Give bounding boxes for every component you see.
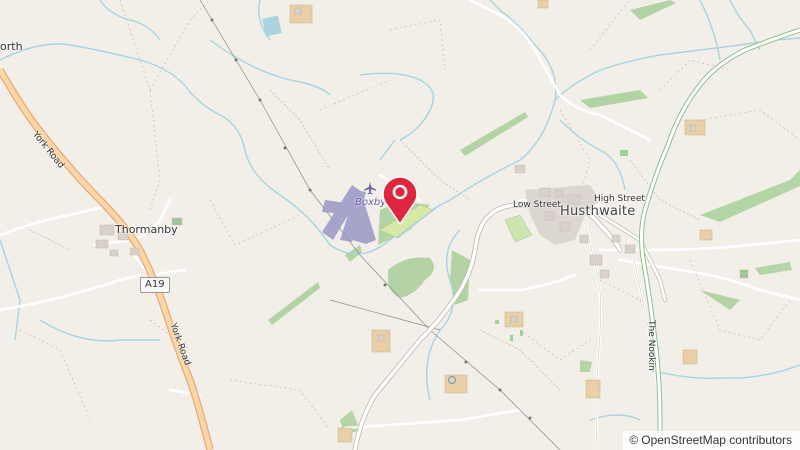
buildings-husthwaite: [504, 164, 636, 279]
road-label-high-street: High Street: [594, 194, 645, 204]
map-attribution: © OpenStreetMap contributors: [623, 431, 800, 450]
place-label-north: orth: [0, 40, 23, 53]
attribution-link[interactable]: OpenStreetMap contributors: [641, 433, 792, 447]
road-label-low-street: Low Street: [513, 200, 561, 210]
road-the-nookin: [639, 27, 800, 450]
location-marker[interactable]: [381, 173, 419, 226]
road-label-the-nookin: The Nookin: [646, 320, 656, 371]
map-canvas[interactable]: orth Thormanby Husthwaite Boxby York Roa…: [0, 0, 800, 450]
copyright-symbol: ©: [629, 433, 639, 447]
road-a19-casing: [0, 68, 214, 450]
place-label-thormanby: Thormanby: [115, 223, 178, 236]
road-shield-a19: A19: [140, 277, 170, 293]
map-pin-icon: [382, 176, 418, 226]
place-label-husthwaite: Husthwaite: [560, 204, 636, 219]
road-a19: [0, 68, 213, 450]
